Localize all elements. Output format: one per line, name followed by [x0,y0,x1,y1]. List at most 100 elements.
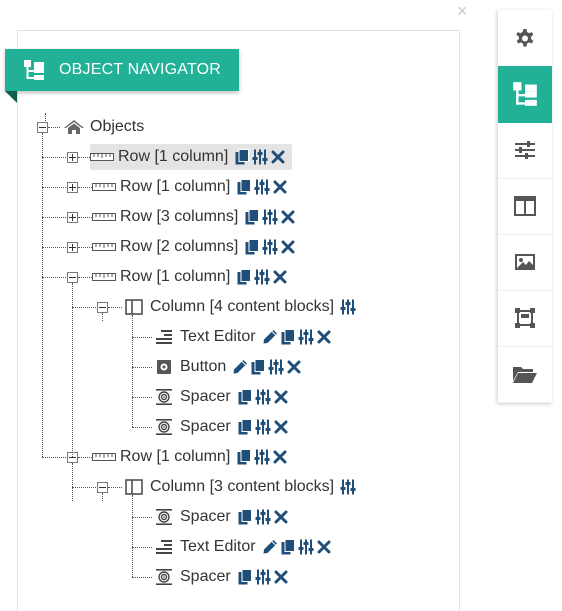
tree-column[interactable]: Column [4 content blocks] [122,294,358,320]
settings-icon[interactable] [252,148,268,166]
tree-block[interactable]: Button [152,354,304,380]
tree-block[interactable]: Spacer [152,564,291,590]
expand-toggle-icon[interactable] [67,152,78,163]
sidebar-button-navigator[interactable] [498,66,552,123]
copy-icon[interactable] [236,268,252,286]
delete-icon[interactable] [280,208,296,226]
sidebar-button-folder-open[interactable] [498,346,552,403]
tree-block[interactable]: Spacer [152,384,291,410]
copy-icon[interactable] [237,388,253,406]
collapse-toggle-icon[interactable] [97,482,108,493]
tree-root[interactable]: Objects [62,114,150,140]
folder-open-icon [512,364,538,384]
settings-icon[interactable] [340,478,356,496]
expand-toggle-icon[interactable] [67,182,78,193]
edit-icon[interactable] [262,328,278,346]
tree-connector [78,187,92,188]
delete-icon[interactable] [272,448,288,466]
copy-icon[interactable] [250,358,266,376]
settings-icon[interactable] [255,568,271,586]
tree-column[interactable]: Column [3 content blocks] [122,474,358,500]
edit-icon[interactable] [262,538,278,556]
node-label: Row [1 column] [120,448,231,465]
node-label: Row [1 column] [120,268,231,285]
delete-icon[interactable] [273,508,289,526]
tree-connector [78,277,92,278]
tree-row[interactable]: Row [3 columns] [92,204,298,230]
settings-icon[interactable] [340,298,356,316]
settings-icon[interactable] [254,448,270,466]
settings-icon[interactable] [255,508,271,526]
expand-toggle-icon[interactable] [67,212,78,223]
tree-block[interactable]: Spacer [152,414,291,440]
home-icon [62,119,86,135]
tree-row[interactable]: Row [1 column] [92,444,290,470]
ruler-icon [92,239,116,255]
copy-icon[interactable] [237,568,253,586]
copy-icon[interactable] [280,538,296,556]
node-label: Column [4 content blocks] [150,298,335,315]
node-label: Spacer [180,508,231,525]
sidebar-button-gear[interactable] [498,10,552,67]
settings-icon[interactable] [255,418,271,436]
copy-icon[interactable] [280,328,296,346]
delete-icon[interactable] [273,388,289,406]
copy-icon[interactable] [237,418,253,436]
tree-block[interactable]: Spacer [152,504,291,530]
settings-icon[interactable] [254,178,270,196]
copy-icon[interactable] [244,208,260,226]
copy-icon[interactable] [236,178,252,196]
tree-row[interactable]: Row [1 column] [90,144,293,170]
settings-icon[interactable] [262,238,278,256]
node-label: Column [3 content blocks] [150,478,335,495]
tree-connector [72,283,73,457]
tree-connector [132,495,133,577]
delete-icon[interactable] [272,178,288,196]
settings-icon[interactable] [298,328,314,346]
ruler-icon [90,149,114,165]
spacer-icon [152,569,176,585]
collapse-toggle-icon[interactable] [37,122,48,133]
delete-icon[interactable] [280,238,296,256]
delete-icon[interactable] [273,568,289,586]
copy-icon[interactable] [244,238,260,256]
tree-block[interactable]: Text Editor [152,534,334,560]
delete-icon[interactable] [270,148,286,166]
sidebar-button-image[interactable] [498,234,552,291]
delete-icon[interactable] [272,268,288,286]
delete-icon[interactable] [286,358,302,376]
tree-connector [132,427,152,428]
sidebar-button-resize[interactable] [498,290,552,347]
copy-icon[interactable] [234,148,250,166]
ruler-icon [92,269,116,285]
tree-connector [78,217,92,218]
collapse-toggle-icon[interactable] [97,302,108,313]
tree-block[interactable]: Text Editor [152,324,334,350]
collapse-toggle-icon[interactable] [67,272,78,283]
tree-row[interactable]: Row [1 column] [92,174,290,200]
sidebar-button-columns[interactable] [498,178,552,235]
settings-icon[interactable] [255,388,271,406]
settings-icon[interactable] [298,538,314,556]
tree-row[interactable]: Row [2 columns] [92,234,298,260]
expand-toggle-icon[interactable] [67,242,78,253]
resize-icon [514,307,536,329]
delete-icon[interactable] [316,538,332,556]
node-label: Row [2 columns] [120,238,239,255]
button-icon [152,359,176,375]
sidebar-button-sliders[interactable] [498,122,552,179]
copy-icon[interactable] [236,448,252,466]
delete-icon[interactable] [273,418,289,436]
tree-row[interactable]: Row [1 column] [92,264,290,290]
tree-connector [42,457,66,458]
settings-icon[interactable] [268,358,284,376]
edit-icon[interactable] [232,358,248,376]
settings-icon[interactable] [262,208,278,226]
tree-connector [72,307,96,308]
settings-icon[interactable] [254,268,270,286]
ruler-icon [92,449,116,465]
column-icon [122,299,146,315]
copy-icon[interactable] [237,508,253,526]
tree-connector [108,487,122,488]
delete-icon[interactable] [316,328,332,346]
